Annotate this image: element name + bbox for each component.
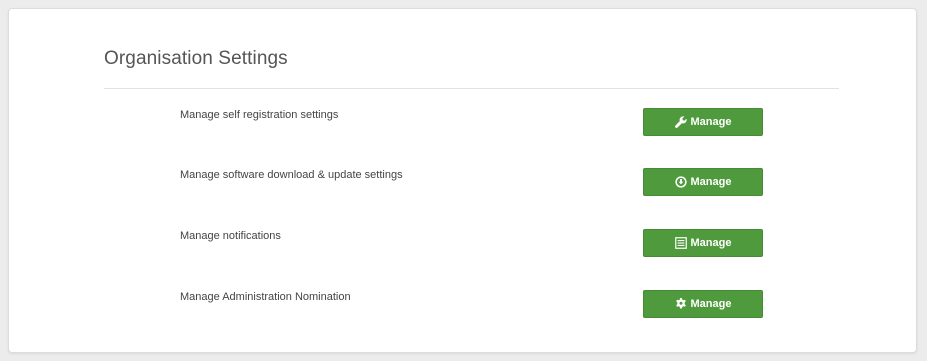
title-divider	[104, 88, 839, 89]
wrench-icon	[674, 116, 687, 128]
manage-button-label: Manage	[690, 298, 732, 310]
setting-label-notifications: Manage notifications	[180, 230, 281, 242]
setting-label-administration-nomination: Manage Administration Nomination	[180, 291, 351, 303]
settings-card: Organisation Settings Manage self regist…	[8, 8, 917, 353]
manage-button-label: Manage	[690, 176, 732, 188]
manage-administration-nomination-button[interactable]: Manage	[643, 290, 763, 318]
manage-notifications-button[interactable]: Manage	[643, 229, 763, 257]
setting-label-self-registration: Manage self registration settings	[180, 109, 339, 121]
list-icon	[674, 237, 687, 249]
gear-icon	[675, 298, 687, 310]
download-circle-icon	[674, 176, 687, 188]
manage-self-registration-button[interactable]: Manage	[643, 108, 763, 136]
page-title: Organisation Settings	[104, 48, 288, 69]
manage-software-download-button[interactable]: Manage	[643, 168, 763, 196]
setting-label-software-download: Manage software download & update settin…	[180, 169, 403, 181]
manage-button-label: Manage	[690, 116, 732, 128]
manage-button-label: Manage	[690, 237, 732, 249]
